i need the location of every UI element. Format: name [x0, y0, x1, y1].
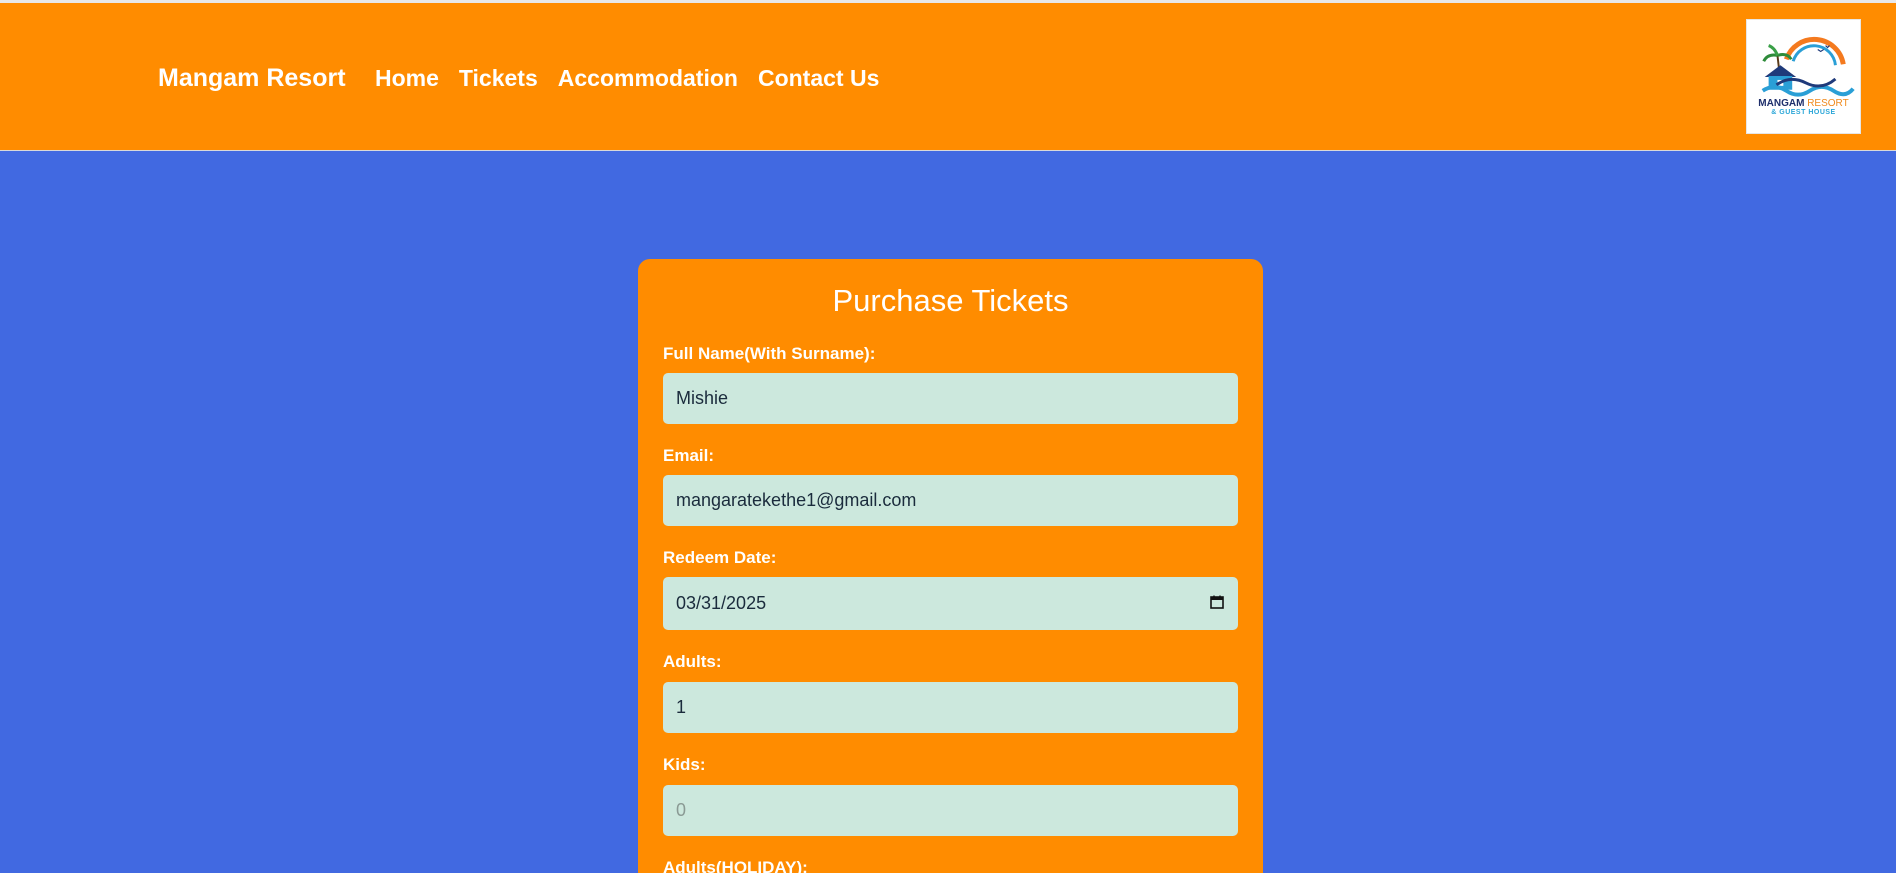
- resort-logo-graphic: [1761, 36, 1855, 97]
- redeem-date-value: 03/31/2025: [676, 593, 767, 613]
- nav-link-contact-us[interactable]: Contact Us: [758, 63, 879, 93]
- adults-holiday-label: Adults(HOLIDAY):: [663, 858, 808, 873]
- kids-input[interactable]: 0: [663, 785, 1238, 836]
- nav-link-tickets[interactable]: Tickets: [459, 63, 538, 93]
- logo-name: MANGAM: [1758, 98, 1805, 109]
- full-name-input[interactable]: Mishie: [663, 373, 1238, 424]
- adults-value: 1: [676, 697, 687, 717]
- adults-label: Adults:: [663, 652, 722, 671]
- kids-placeholder: 0: [676, 800, 687, 820]
- purchase-tickets-form: Purchase Tickets Full Name(With Surname)…: [638, 259, 1263, 873]
- logo-subtitle: & GUEST HOUSE: [1771, 109, 1836, 116]
- nav-link-home[interactable]: Home: [375, 63, 439, 93]
- logo-text: MANGAM RESORT: [1747, 98, 1860, 109]
- resort-logo: MANGAM RESORT & GUEST HOUSE: [1746, 19, 1861, 134]
- redeem-date-label: Redeem Date:: [663, 548, 777, 567]
- full-name-value: Mishie: [676, 388, 729, 408]
- redeem-date-input[interactable]: 03/31/2025: [663, 577, 1238, 630]
- email-input[interactable]: mangaratekethe1@gmail.com: [663, 475, 1238, 526]
- nav-link-accommodation[interactable]: Accommodation: [558, 63, 738, 93]
- navbar: Mangam Resort Home Tickets Accommodation…: [0, 3, 1896, 151]
- nav-links: Home Tickets Accommodation Contact Us: [375, 63, 899, 93]
- logo-accent: RESORT: [1807, 98, 1849, 109]
- kids-label: Kids:: [663, 755, 706, 774]
- form-title: Purchase Tickets: [832, 283, 1069, 318]
- adults-input[interactable]: 1: [663, 682, 1238, 733]
- email-label: Email:: [663, 446, 715, 465]
- full-name-label: Full Name(With Surname):: [663, 344, 876, 363]
- brand-name[interactable]: Mangam Resort: [158, 63, 346, 93]
- email-value: mangaratekethe1@gmail.com: [676, 490, 917, 510]
- calendar-icon[interactable]: [1210, 595, 1224, 609]
